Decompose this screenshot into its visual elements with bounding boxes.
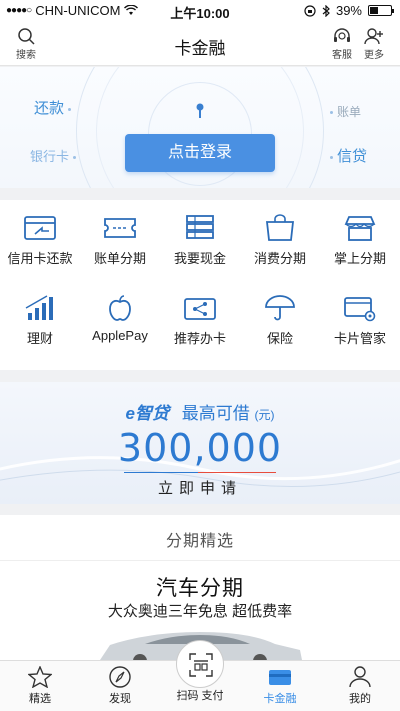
loan-banner[interactable]: e智贷 最高可借 (元) 300,000 立即申请 <box>0 382 400 504</box>
tab-featured[interactable]: 精选 <box>0 661 80 711</box>
promo-subtitle: 大众奥迪三年免息 超低费率 <box>107 603 293 620</box>
loan-apply-button[interactable]: 立即申请 <box>0 477 400 498</box>
grid-label: 保险 <box>266 331 293 346</box>
storefront-icon <box>344 216 376 241</box>
grid-label: 信用卡还款 <box>7 251 73 266</box>
loan-headline: e智贷 最高可借 (元) <box>0 399 400 424</box>
grid-label: 掌上分期 <box>333 251 386 266</box>
shopping-bag-icon <box>265 214 295 241</box>
login-button[interactable]: 点击登录 <box>125 134 275 172</box>
scan-pay-icon <box>189 653 213 677</box>
grid-item-consumer-installment[interactable]: 消费分期 <box>240 200 320 280</box>
grid-label: 我要现金 <box>173 251 226 266</box>
bluetooth-icon <box>322 4 330 17</box>
battery-icon <box>368 5 394 16</box>
login-hero: 还款 银行卡 账单 信贷 点击登录 <box>0 67 400 188</box>
repay-label: 还款 <box>34 100 65 117</box>
grid-item-recommend-card[interactable]: 推荐办卡 <box>160 280 240 360</box>
person-icon <box>349 666 371 688</box>
dot-icon <box>68 107 72 111</box>
bill-label: 账单 <box>337 105 362 119</box>
bill-shortcut[interactable]: 账单 <box>326 103 361 120</box>
compass-icon <box>109 666 131 688</box>
scan-pay-button[interactable] <box>176 640 224 688</box>
grid-label: ApplePay <box>92 328 148 343</box>
tab-label: 我的 <box>349 693 371 705</box>
dot-icon <box>330 155 333 159</box>
grid-item-applepay[interactable]: ApplePay <box>80 280 160 360</box>
loan-headline-text: 最高可借 <box>181 404 250 423</box>
section-title: 分期精选 <box>165 533 234 550</box>
installment-featured: 分期精选 汽车分期 大众奥迪三年免息 超低费率 <box>0 515 400 660</box>
grid-item-card-manager[interactable]: 卡片管家 <box>320 280 400 360</box>
tab-mine[interactable]: 我的 <box>320 661 400 711</box>
grid-label: 消费分期 <box>253 251 306 266</box>
grid-item-wealth[interactable]: 理财 <box>0 280 80 360</box>
add-person-icon <box>364 28 383 45</box>
tab-label: 精选 <box>29 693 51 705</box>
grid-item-bill-installment[interactable]: 账单分期 <box>80 200 160 280</box>
amount-underline-accent <box>198 472 276 473</box>
card-settings-icon <box>344 297 376 322</box>
ticket-icon <box>104 218 136 238</box>
dot-icon <box>73 156 77 160</box>
share-card-icon <box>184 298 216 320</box>
divider <box>0 560 400 561</box>
battery-fill <box>370 7 378 14</box>
bankcard-label: 银行卡 <box>30 149 70 164</box>
card-repay-icon <box>24 216 56 240</box>
headset-icon <box>334 28 350 42</box>
customer-service-button[interactable]: 客服 <box>324 27 360 61</box>
loan-amount: 300,000 <box>117 426 283 470</box>
bankcard-shortcut[interactable]: 银行卡 <box>30 146 80 165</box>
grid-item-mobile-installment[interactable]: 掌上分期 <box>320 200 400 280</box>
battery-percent: 39% <box>335 3 362 18</box>
grid-label: 卡片管家 <box>333 331 386 346</box>
tab-label: 扫码 支付 <box>176 690 224 702</box>
tab-label: 发现 <box>109 693 131 705</box>
service-label: 客服 <box>332 50 352 61</box>
tab-label: 卡金融 <box>263 693 297 705</box>
key-icon <box>196 103 204 118</box>
dot-icon <box>330 111 333 115</box>
grid-item-card-repay[interactable]: 信用卡还款 <box>0 200 80 280</box>
credit-label: 信贷 <box>337 148 368 165</box>
loan-brand: e智贷 <box>125 404 169 423</box>
grid-item-insurance[interactable]: 保险 <box>240 280 320 360</box>
grid-label: 推荐办卡 <box>173 331 226 346</box>
card-icon <box>269 670 291 685</box>
star-icon <box>28 666 52 688</box>
tab-card-finance[interactable]: 卡金融 <box>240 661 320 711</box>
tab-discover[interactable]: 发现 <box>80 661 160 711</box>
bar-growth-icon <box>25 295 53 320</box>
feature-grid: 信用卡还款 账单分期 我要现金 消费分期 掌上分期 理财 ApplePay 推荐… <box>0 200 400 370</box>
apple-icon <box>109 295 131 321</box>
promo-title[interactable]: 汽车分期 <box>0 572 400 602</box>
repay-shortcut[interactable]: 还款 <box>34 97 75 118</box>
loan-unit: (元) <box>254 408 275 422</box>
nav-bar: 搜索 卡金融 客服 更多 <box>0 22 400 66</box>
status-right: 39% <box>304 3 394 18</box>
more-label: 更多 <box>364 50 384 61</box>
credit-shortcut[interactable]: 信贷 <box>326 145 367 166</box>
grid-item-cash[interactable]: 我要现金 <box>160 200 240 280</box>
orientation-lock-icon <box>304 4 316 17</box>
umbrella-icon <box>265 295 295 321</box>
grid-label: 账单分期 <box>93 251 146 266</box>
grid-label: 理财 <box>26 331 53 346</box>
more-button[interactable]: 更多 <box>356 27 392 61</box>
cash-stack-icon <box>186 215 214 239</box>
status-bar: ●●●●○ CHN-UNICOM 上午10:00 39% <box>0 0 400 22</box>
